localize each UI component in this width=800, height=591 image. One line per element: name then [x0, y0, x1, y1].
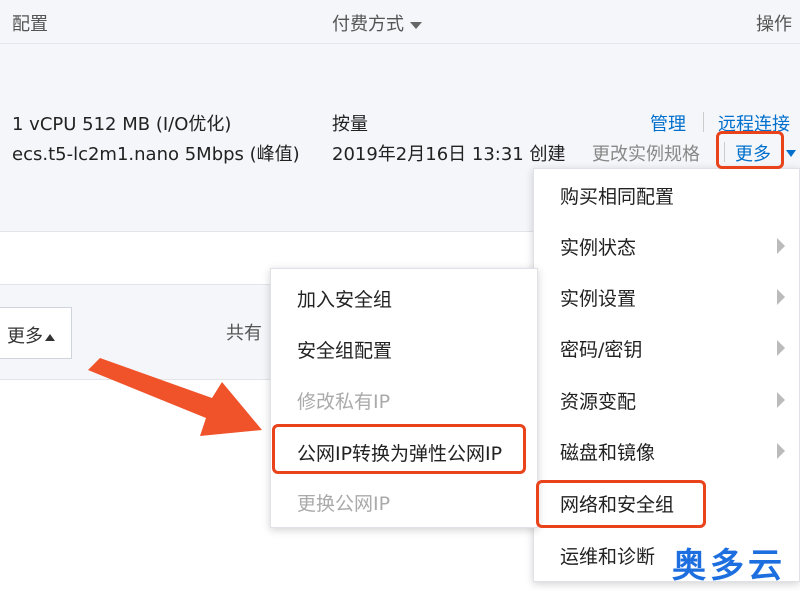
annotation-arrow-icon [88, 358, 262, 436]
brand-watermark: 奥多云 [672, 546, 786, 586]
